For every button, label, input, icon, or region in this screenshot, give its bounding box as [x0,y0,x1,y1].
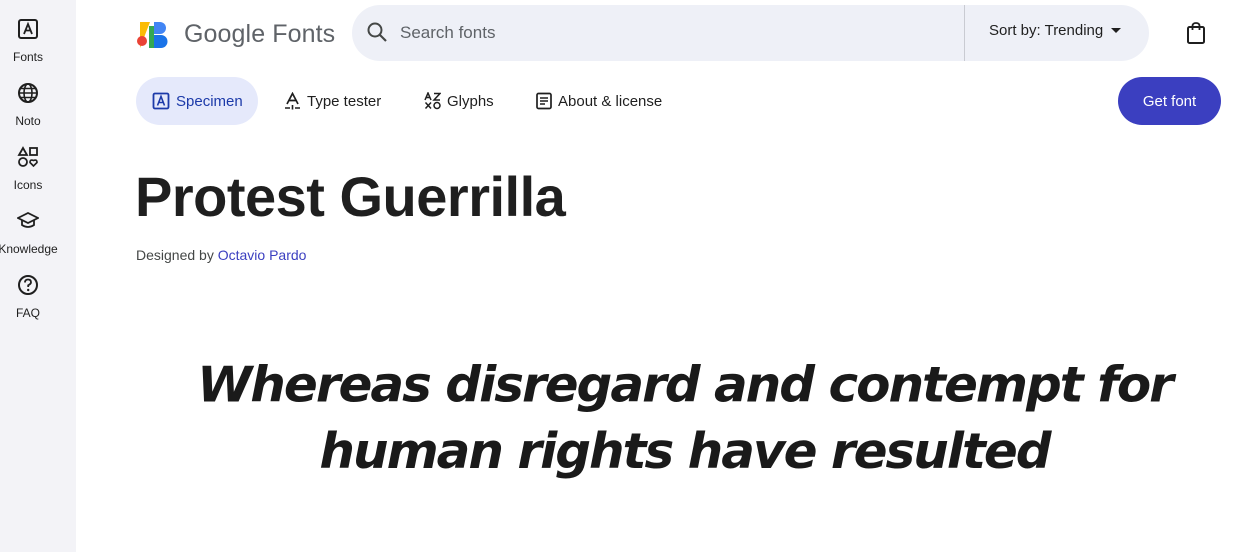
help-icon [16,273,40,297]
rail-label: Noto [15,114,41,128]
logo-text: Google Fonts [184,20,336,48]
tab-type-tester[interactable]: Type tester [284,77,381,125]
designer-link[interactable]: Octavio Pardo [218,247,307,263]
tab-specimen[interactable]: Specimen [136,77,258,125]
tab-glyphs[interactable]: Glyphs [424,77,494,125]
rail-label: FAQ [15,306,40,320]
google-fonts-logo[interactable]: Google Fonts [137,20,335,49]
rail-item-fonts[interactable]: Fonts [0,17,56,64]
sort-label: Sort by: Trending [989,22,1104,39]
search-bar: Sort by: Trending [352,5,1149,61]
rail-label: Knowledge [0,242,58,256]
shapes-icon [16,145,40,169]
side-rail: Fonts Noto Icons Knowledge FAQ [0,0,76,552]
rail-item-noto[interactable]: Noto [0,81,56,128]
search-divider [964,5,965,61]
rail-item-faq[interactable]: FAQ [0,273,56,320]
designed-by-prefix: Designed by [136,247,214,263]
specimen-text[interactable]: Whereas disregard and contempt for human… [136,351,1233,484]
tab-label: Specimen [176,92,243,110]
tab-about-license[interactable]: About & license [536,77,662,125]
glyphs-icon [424,92,441,110]
tab-label: Type tester [307,92,382,110]
shopping-bag-icon[interactable] [1185,21,1207,50]
caret-down-icon [1111,28,1122,33]
text-cursor-icon [284,92,301,110]
search-input[interactable] [400,5,960,61]
rail-label: Fonts [12,50,43,64]
globe-icon [16,81,40,105]
font-box-icon [152,92,170,110]
sort-dropdown[interactable]: Sort by: Trending [989,22,1122,39]
article-icon [536,92,552,110]
rail-label: Icons [13,178,43,192]
google-fonts-logo-mark [137,21,168,48]
tab-label: About & license [558,92,663,110]
rail-item-icons[interactable]: Icons [0,145,56,192]
rail-item-knowledge[interactable]: Knowledge [0,209,58,256]
designer-line: Designed by Octavio Pardo [136,247,306,263]
font-title: Protest Guerrilla [135,165,566,228]
font-box-icon [16,17,40,41]
search-icon [366,21,388,48]
school-icon [16,209,40,233]
get-font-button[interactable]: Get font [1118,77,1221,125]
tab-label: Glyphs [447,92,494,110]
